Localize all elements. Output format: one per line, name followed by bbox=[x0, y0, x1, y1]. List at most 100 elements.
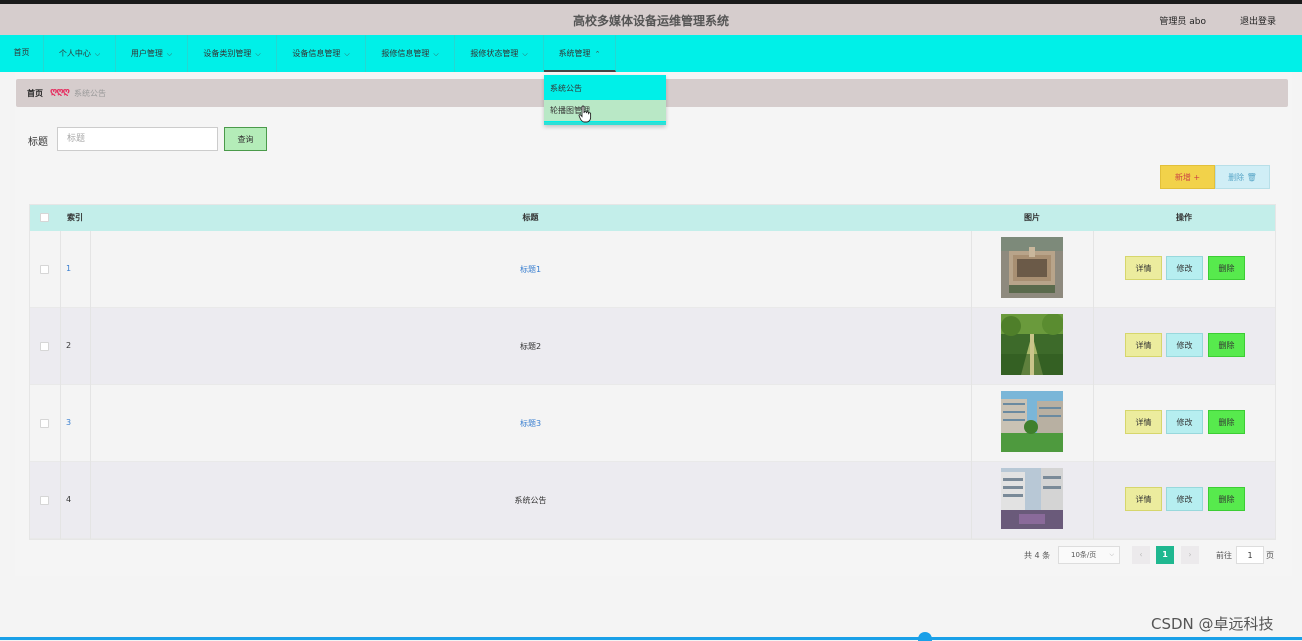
goto-label: 前往 bbox=[1216, 551, 1232, 560]
row-index: 4 bbox=[66, 495, 72, 504]
detail-button[interactable]: 详情 bbox=[1125, 487, 1162, 511]
page-suffix: 页 bbox=[1266, 551, 1274, 560]
nav-item-device-info[interactable]: 设备信息管理 ⌵ bbox=[277, 35, 366, 72]
column-divider bbox=[60, 462, 61, 539]
row-title: 标题2 bbox=[519, 342, 542, 351]
table-row: 1 标题1 详情 修改 删除 bbox=[30, 231, 1275, 308]
edit-button[interactable]: 修改 bbox=[1166, 487, 1203, 511]
breadcrumb-current: 系统公告 bbox=[74, 89, 106, 98]
row-checkbox[interactable] bbox=[40, 419, 49, 428]
campus-courtyard-image bbox=[1001, 391, 1063, 452]
row-title[interactable]: 标题1 bbox=[90, 264, 971, 275]
batch-delete-button[interactable]: 删除 🗑 bbox=[1215, 165, 1270, 189]
column-divider bbox=[971, 385, 972, 462]
progress-handle[interactable] bbox=[918, 632, 932, 641]
nav-item-system[interactable]: 系统管理 ⌃ bbox=[544, 35, 616, 72]
query-button[interactable]: 查询 bbox=[224, 127, 267, 151]
chevron-down-icon: ⌵ bbox=[433, 50, 439, 58]
nav-item-users[interactable]: 用户管理 ⌵ bbox=[116, 35, 188, 72]
edit-button[interactable]: 修改 bbox=[1166, 333, 1203, 357]
pagination-total: 共 4 条 bbox=[1024, 551, 1051, 560]
chevron-down-icon: ⌵ bbox=[522, 50, 528, 58]
chevron-down-icon: ⌵ bbox=[344, 50, 350, 58]
detail-button[interactable]: 详情 bbox=[1125, 410, 1162, 434]
column-divider bbox=[1093, 308, 1094, 385]
add-button[interactable]: 新增 + bbox=[1160, 165, 1215, 189]
menu-item-notice[interactable]: 系统公告 bbox=[544, 78, 666, 99]
logout-link[interactable]: 退出登录 bbox=[1240, 14, 1276, 27]
search-label: 标题 bbox=[28, 137, 48, 148]
column-divider bbox=[971, 462, 972, 539]
column-divider bbox=[60, 231, 61, 308]
row-index[interactable]: 1 bbox=[66, 264, 71, 273]
park-garden-image bbox=[1001, 314, 1063, 375]
select-all-checkbox[interactable] bbox=[40, 213, 49, 222]
column-divider bbox=[1093, 231, 1094, 308]
page-size-select[interactable]: 10条/页 ⌵ bbox=[1058, 546, 1120, 564]
row-title: 系统公告 bbox=[514, 496, 547, 505]
row-checkbox[interactable] bbox=[40, 342, 49, 351]
chevron-down-icon: ⌵ bbox=[166, 50, 173, 58]
prev-page-button[interactable]: ‹ bbox=[1132, 546, 1150, 564]
next-page-button[interactable]: › bbox=[1181, 546, 1199, 564]
nav-item-label: 设备信息管理 bbox=[292, 49, 341, 58]
delete-button[interactable]: 删除 bbox=[1208, 333, 1245, 357]
notice-table: 索引 标题 图片 操作 1 标题1 详情 修改 删除 2 标题2 详情 修改 删… bbox=[29, 204, 1276, 540]
table-row: 4 系统公告 详情 修改 删除 bbox=[30, 462, 1275, 539]
nav-item-repair-info[interactable]: 报修信息管理 ⌵ bbox=[366, 35, 455, 72]
nav-item-label: 设备类别管理 bbox=[203, 49, 252, 58]
delete-button[interactable]: 删除 bbox=[1208, 487, 1245, 511]
column-divider bbox=[971, 231, 972, 308]
table-row: 3 标题3 详情 修改 删除 bbox=[30, 385, 1275, 462]
app-title: 高校多媒体设备运维管理系统 bbox=[572, 14, 729, 28]
row-index: 2 bbox=[66, 341, 72, 350]
row-index[interactable]: 3 bbox=[66, 418, 71, 427]
nav-item-repair-status[interactable]: 报修状态管理 ⌵ bbox=[455, 35, 544, 72]
main-nav: 首页 个人中心 ⌵ 用户管理 ⌵ 设备类别管理 ⌵ 设备信息管理 ⌵ 报修信息管理 ⌵ 报… bbox=[0, 35, 1302, 72]
row-title[interactable]: 标题3 bbox=[90, 418, 971, 429]
breadcrumb-home[interactable]: 首页 bbox=[27, 88, 43, 99]
chevron-down-icon: ⌵ bbox=[94, 50, 101, 58]
nav-item-label: 首页 bbox=[13, 48, 30, 57]
column-divider bbox=[60, 385, 61, 462]
delete-button[interactable]: 删除 bbox=[1208, 410, 1245, 434]
menu-item-carousel[interactable]: 轮播图管理 bbox=[544, 100, 666, 121]
row-checkbox[interactable] bbox=[40, 265, 49, 274]
nav-item-label: 个人中心 bbox=[58, 49, 91, 58]
detail-button[interactable]: 详情 bbox=[1125, 256, 1162, 280]
column-divider bbox=[60, 308, 61, 385]
column-divider bbox=[1093, 462, 1094, 539]
nav-item-label: 用户管理 bbox=[130, 49, 163, 58]
column-header-image: 图片 bbox=[1024, 213, 1040, 222]
title-search-input[interactable] bbox=[57, 127, 218, 151]
column-divider bbox=[1093, 385, 1094, 462]
column-divider bbox=[971, 308, 972, 385]
table-row: 2 标题2 详情 修改 删除 bbox=[30, 308, 1275, 385]
chevron-up-icon: ⌃ bbox=[594, 50, 601, 58]
breadcrumb-separator: ღღღ bbox=[50, 87, 70, 97]
progress-bar bbox=[0, 637, 1302, 640]
column-header-title: 标题 bbox=[522, 213, 539, 222]
app-header: 高校多媒体设备运维管理系统 管理员 abo 退出登录 bbox=[0, 4, 1302, 35]
table-header: 索引 标题 图片 操作 bbox=[30, 205, 1275, 231]
nav-item-home[interactable]: 首页 bbox=[0, 35, 44, 72]
hand-pointer-icon bbox=[578, 105, 592, 123]
chevron-down-icon: ⌵ bbox=[255, 50, 261, 58]
chevron-down-icon: ⌵ bbox=[1109, 551, 1114, 558]
edit-button[interactable]: 修改 bbox=[1166, 410, 1203, 434]
column-header-index: 索引 bbox=[67, 213, 83, 222]
goto-page-input[interactable] bbox=[1236, 546, 1264, 564]
edit-button[interactable]: 修改 bbox=[1166, 256, 1203, 280]
nav-item-label: 报修状态管理 bbox=[470, 49, 519, 58]
nav-item-device-category[interactable]: 设备类别管理 ⌵ bbox=[188, 35, 277, 72]
admin-user-label: 管理员 abo bbox=[1159, 17, 1206, 27]
page-size-value: 10条/页 bbox=[1071, 551, 1097, 559]
column-header-actions: 操作 bbox=[1176, 213, 1192, 222]
delete-button[interactable]: 删除 bbox=[1208, 256, 1245, 280]
detail-button[interactable]: 详情 bbox=[1125, 333, 1162, 357]
nav-item-personal[interactable]: 个人中心 ⌵ bbox=[44, 35, 116, 72]
modern-building-image bbox=[1001, 468, 1063, 529]
nav-item-label: 报修信息管理 bbox=[381, 49, 430, 58]
page-number-current[interactable]: 1 bbox=[1156, 546, 1174, 564]
row-checkbox[interactable] bbox=[40, 496, 49, 505]
